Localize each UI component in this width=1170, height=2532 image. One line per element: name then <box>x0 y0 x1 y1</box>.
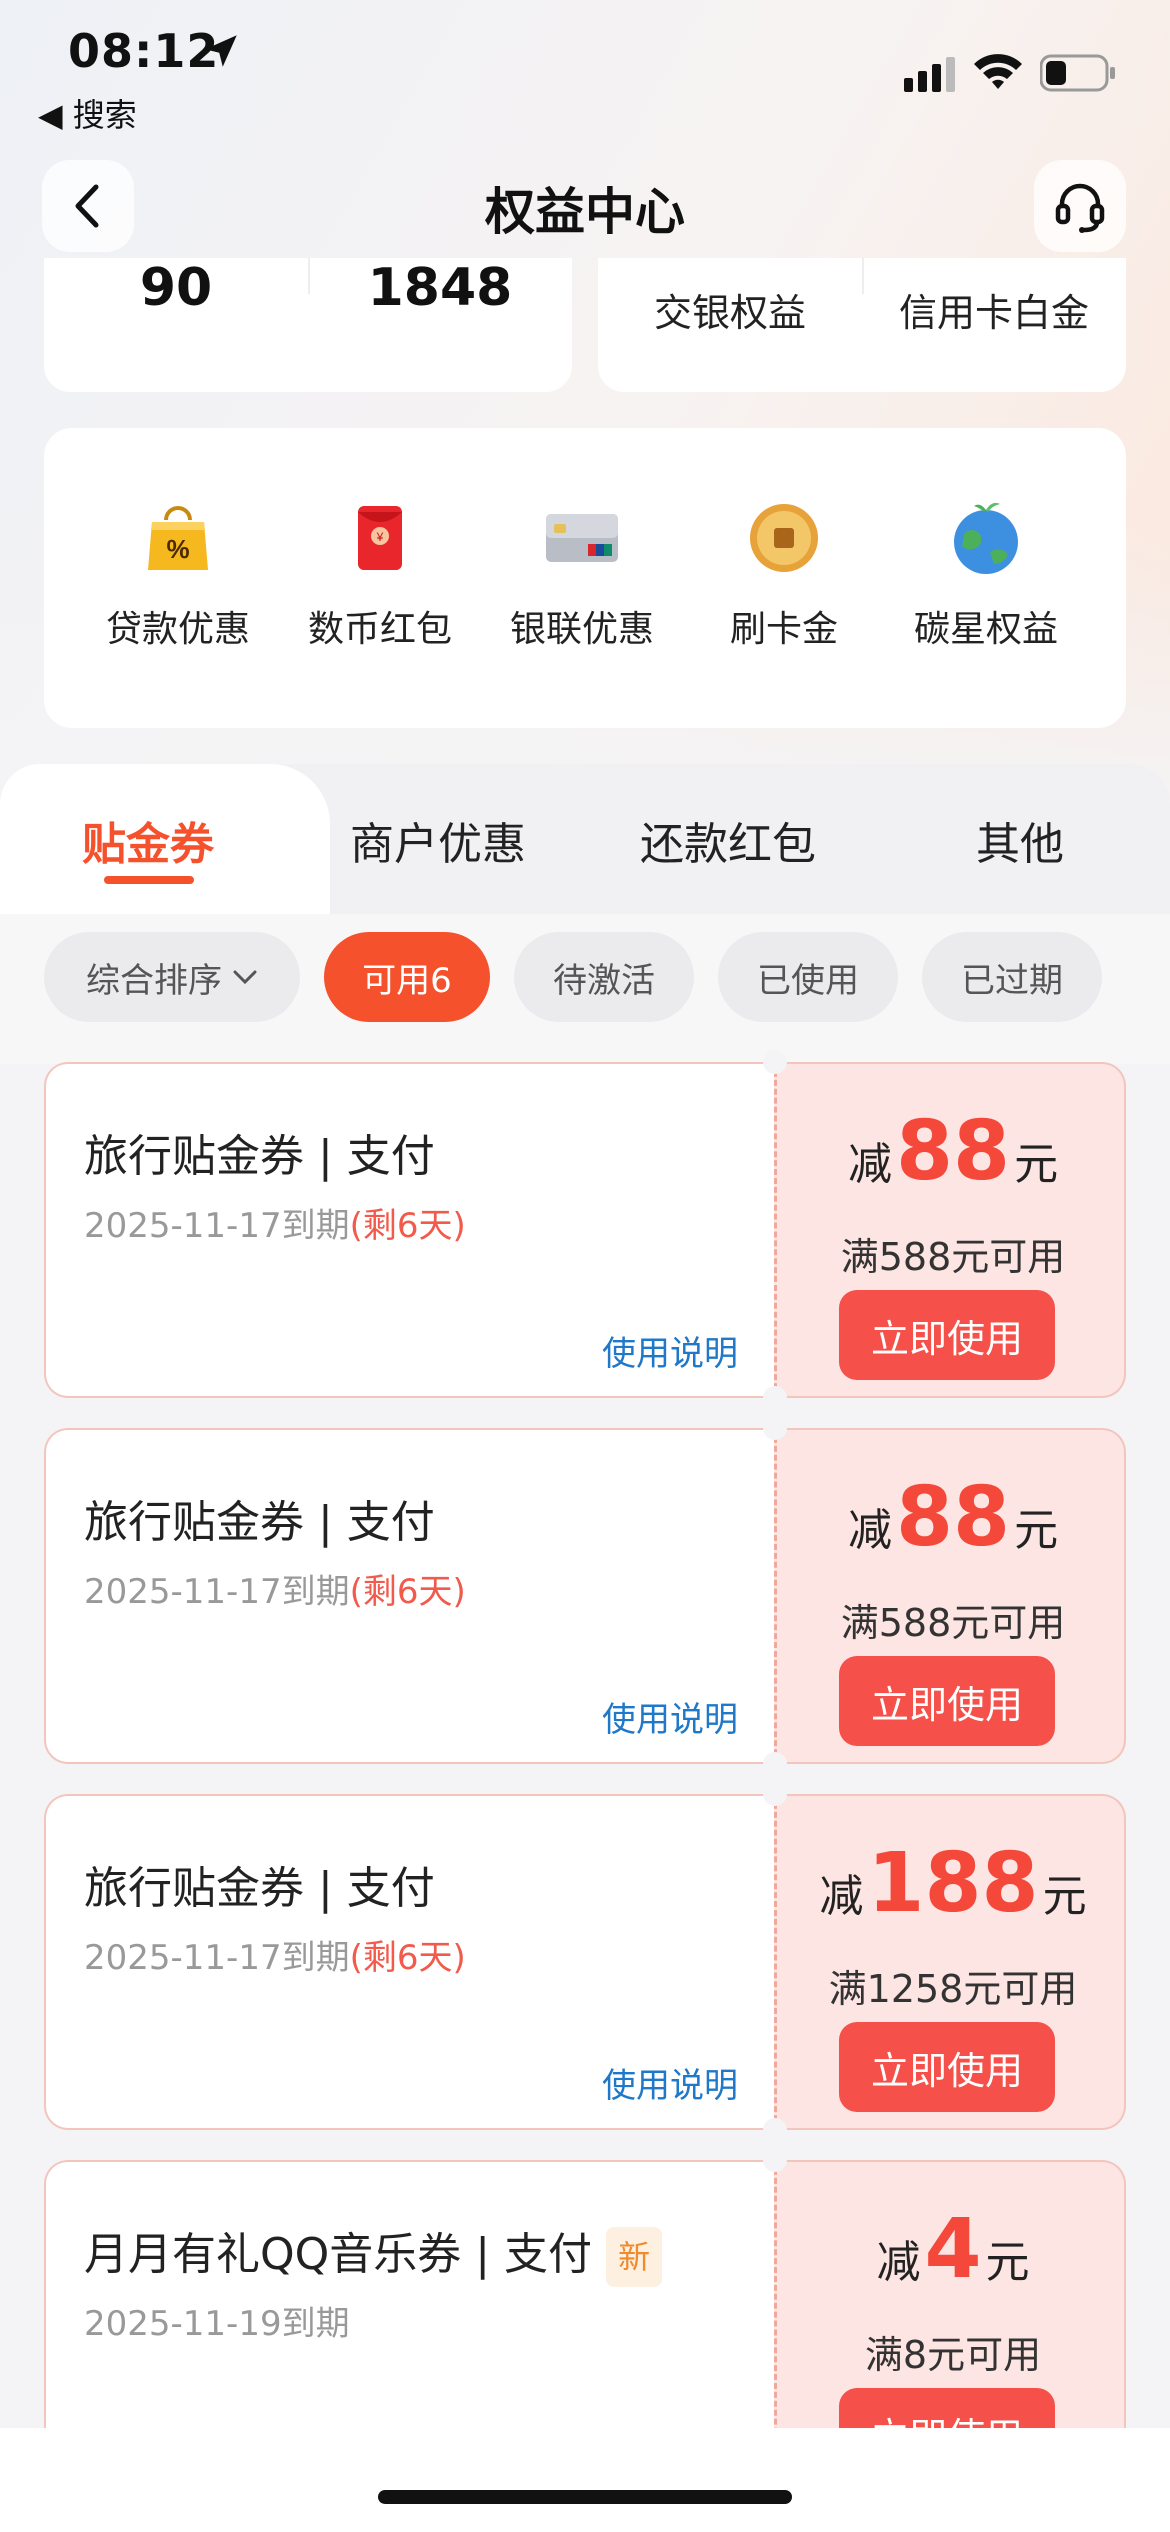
coupon-notch <box>763 1416 787 1440</box>
coupon-expiry: 2025-11-19到期 <box>84 2304 350 2344</box>
benefit-label: 数币红包 <box>307 609 452 650</box>
coupon-notch <box>763 1782 787 1806</box>
tab-merchant-offers[interactable]: 商户优惠 <box>350 808 526 872</box>
points-summary-card[interactable]: 90 1848 <box>44 258 572 392</box>
sort-label: 综合排序 <box>86 960 222 1001</box>
coupon-card: 旅行贴金券 | 支付 2025-11-17到期(剩6天) 使用说明 减88元 满… <box>44 1050 1126 1410</box>
coupon-days-left: (剩6天) <box>349 1206 466 1246</box>
red-envelope-icon: ¥ <box>358 506 402 570</box>
membership-label-a: 交银权益 <box>653 291 806 335</box>
tab-other[interactable]: 其他 <box>976 808 1064 872</box>
coupon-title: 月月有礼QQ音乐券 | 支付新 <box>84 2218 663 2287</box>
customer-service-button[interactable] <box>1034 160 1126 252</box>
chevron-down-icon <box>233 970 257 985</box>
coupon-notch <box>763 2118 787 2142</box>
battery-icon <box>1040 54 1115 92</box>
coupon-expiry: 2025-11-17到期(剩6天) <box>84 1938 466 1978</box>
coupon-title: 旅行贴金券 | 支付 <box>84 1863 435 1914</box>
bottom-safe-area <box>0 2428 1170 2532</box>
benefit-loan-discount[interactable]: % 贷款优惠 <box>78 498 278 652</box>
shopping-bag-percent-icon: % <box>148 506 208 570</box>
new-badge: 新 <box>606 2227 663 2287</box>
sort-dropdown[interactable]: 综合排序 <box>44 932 300 1022</box>
usage-instructions-link[interactable]: 使用说明 <box>602 1326 738 1375</box>
wifi-icon <box>974 54 1022 89</box>
coupon-card: 旅行贴金券 | 支付 2025-11-17到期(剩6天) 使用说明 减88元 满… <box>44 1416 1126 1776</box>
coupon-card: 旅行贴金券 | 支付 2025-11-17到期(剩6天) 使用说明 减188元 … <box>44 1782 1126 2142</box>
benefit-swipe-gold[interactable]: 刷卡金 <box>684 498 884 652</box>
coupon-amount: 减88元 <box>847 1470 1059 1565</box>
membership-summary-card[interactable]: 交银权益 信用卡白金 <box>598 258 1126 392</box>
coupon-value-panel: 减88元 满588元可用 立即使用 <box>774 1062 1126 1398</box>
filter-used[interactable]: 已使用 <box>718 932 898 1022</box>
status-bar: 08:12 ◀ 搜索 <box>0 0 1170 150</box>
gold-coin-icon <box>750 504 818 572</box>
coupon-notch <box>763 1386 787 1410</box>
earth-globe-icon <box>954 502 1018 574</box>
filter-expired[interactable]: 已过期 <box>922 932 1102 1022</box>
benefits-grid: % 贷款优惠 ¥ 数币红包 银联优惠 刷卡金 碳星权益 <box>44 428 1126 728</box>
coupon-amount: 减4元 <box>876 2202 1030 2297</box>
stat-value-a: 90 <box>139 258 213 318</box>
filter-bar: 综合排序 可用6 待激活 已使用 已过期 <box>0 914 1170 1064</box>
coupon-expiry: 2025-11-17到期(剩6天) <box>84 1206 466 1246</box>
coupon-value-panel: 减88元 满588元可用 立即使用 <box>774 1428 1126 1764</box>
filter-pending-activation[interactable]: 待激活 <box>514 932 694 1022</box>
tab-repayment-red-envelope[interactable]: 还款红包 <box>640 808 816 872</box>
coupon-condition: 满8元可用 <box>864 2333 1042 2377</box>
benefit-label: 贷款优惠 <box>105 609 250 650</box>
benefit-carbon-star[interactable]: 碳星权益 <box>886 498 1086 652</box>
coupon-condition: 满1258元可用 <box>828 1967 1078 2011</box>
home-indicator[interactable] <box>378 2490 792 2504</box>
location-arrow-icon <box>205 35 237 67</box>
coupon-notch <box>763 2148 787 2172</box>
usage-instructions-link[interactable]: 使用说明 <box>602 1692 738 1741</box>
use-now-button[interactable]: 立即使用 <box>839 2022 1055 2112</box>
coupon-expiry: 2025-11-17到期(剩6天) <box>84 1572 466 1612</box>
coupon-days-left: (剩6天) <box>349 1938 466 1978</box>
status-time: 08:12 <box>68 24 220 78</box>
usage-instructions-link[interactable]: 使用说明 <box>602 2058 738 2107</box>
category-tabs: 贴金券 商户优惠 还款红包 其他 <box>0 764 1170 914</box>
coupon-info[interactable]: 旅行贴金券 | 支付 2025-11-17到期(剩6天) 使用说明 <box>44 1794 774 2130</box>
coupon-condition: 满588元可用 <box>840 1601 1066 1645</box>
unionpay-card-icon <box>546 514 618 562</box>
svg-text:¥: ¥ <box>376 530 384 544</box>
benefit-label: 碳星权益 <box>913 609 1058 650</box>
coupon-title: 旅行贴金券 | 支付 <box>84 1131 435 1182</box>
coupon-notch <box>763 1752 787 1776</box>
coupon-amount: 减188元 <box>819 1836 1087 1931</box>
svg-text:%: % <box>166 534 189 564</box>
page-title: 权益中心 <box>485 183 685 241</box>
coupon-value-panel: 减188元 满1258元可用 立即使用 <box>774 1794 1126 2130</box>
benefit-label: 刷卡金 <box>729 609 838 650</box>
headset-icon <box>1055 183 1105 233</box>
benefit-unionpay-discount[interactable]: 银联优惠 <box>482 498 682 652</box>
filter-available[interactable]: 可用6 <box>324 932 490 1022</box>
coupon-info[interactable]: 旅行贴金券 | 支付 2025-11-17到期(剩6天) 使用说明 <box>44 1428 774 1764</box>
coupon-condition: 满588元可用 <box>840 1235 1066 1279</box>
coupon-title: 旅行贴金券 | 支付 <box>84 1497 435 1548</box>
tab-active-indicator <box>104 876 194 884</box>
use-now-button[interactable]: 立即使用 <box>839 1656 1055 1746</box>
coupon-amount: 减88元 <box>847 1104 1059 1199</box>
membership-label-b: 信用卡白金 <box>898 291 1089 335</box>
benefit-digital-red-envelope[interactable]: ¥ 数币红包 <box>280 498 480 652</box>
back-to-app-link[interactable]: ◀ 搜索 <box>38 90 137 136</box>
stat-value-b: 1848 <box>367 258 513 318</box>
coupon-info[interactable]: 旅行贴金券 | 支付 2025-11-17到期(剩6天) 使用说明 <box>44 1062 774 1398</box>
benefit-label: 银联优惠 <box>509 609 654 650</box>
use-now-button[interactable]: 立即使用 <box>839 1290 1055 1380</box>
tab-coupons[interactable]: 贴金券 <box>82 808 214 872</box>
coupon-days-left: (剩6天) <box>349 1572 466 1612</box>
coupon-notch <box>763 1050 787 1074</box>
cellular-signal-icon <box>904 57 955 92</box>
